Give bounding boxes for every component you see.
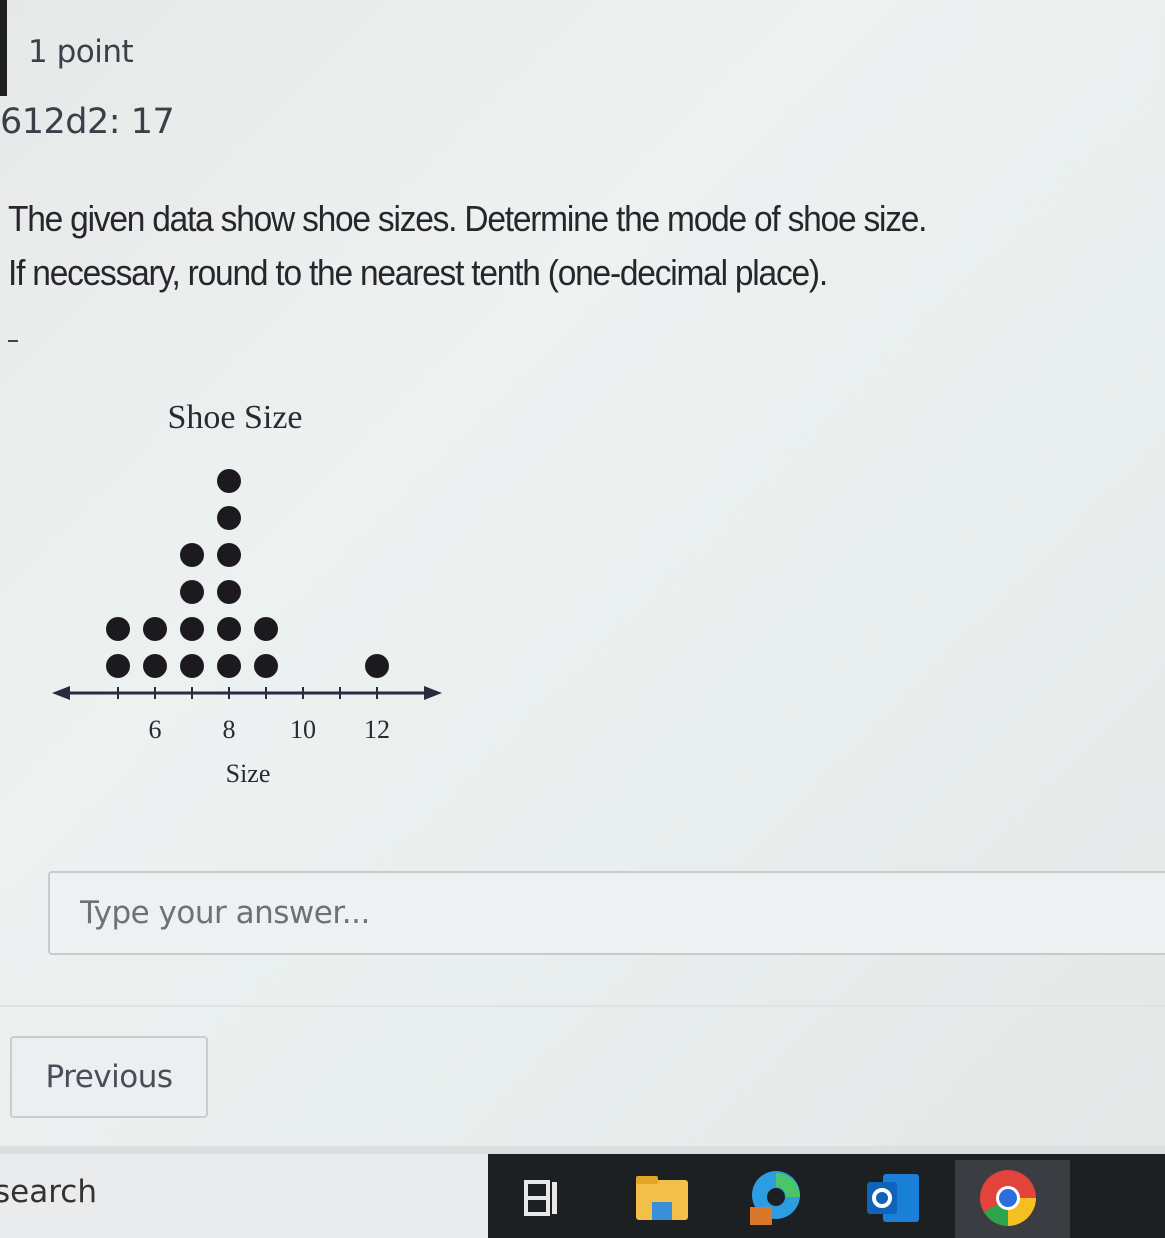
data-dot (254, 654, 278, 678)
chrome-icon[interactable] (978, 1168, 1038, 1228)
data-dot (180, 543, 204, 567)
answer-field[interactable] (48, 871, 1165, 955)
taskbar-edge (0, 1146, 1165, 1154)
points-label: 1 point (28, 34, 134, 70)
previous-button[interactable]: Previous (10, 1036, 208, 1118)
x-axis-label: Size (226, 759, 271, 788)
task-view-icon[interactable] (512, 1168, 572, 1228)
shoe-size-dot-plot: Shoe Size 6 8 10 12 Size (52, 399, 442, 788)
question-text-line-1: The given data show shoe sizes. Determin… (8, 198, 927, 239)
question-id: 612d2: 17 (0, 102, 175, 142)
question-text: The given data show shoe sizes. Determin… (8, 192, 1161, 300)
data-dot (106, 617, 130, 641)
outlook-icon[interactable] (862, 1168, 922, 1228)
data-dot (180, 617, 204, 641)
tick-label: 8 (223, 715, 236, 744)
data-dot (143, 654, 167, 678)
data-dot (143, 617, 167, 641)
section-divider (0, 1005, 1165, 1007)
x-axis (52, 686, 442, 700)
question-text-line-2: If necessary, round to the nearest tenth… (8, 252, 828, 293)
tick-label: 10 (290, 715, 316, 744)
data-dot (180, 654, 204, 678)
answer-input[interactable] (50, 873, 1165, 953)
data-dot (365, 654, 389, 678)
tick-label: 6 (149, 715, 162, 744)
data-dot (217, 580, 241, 604)
axis-arrow-right (424, 686, 442, 700)
tick-label: 12 (364, 715, 390, 744)
data-dot (180, 580, 204, 604)
edge-icon[interactable] (745, 1168, 805, 1228)
dash-mark (8, 340, 18, 342)
data-dot (254, 617, 278, 641)
data-dot (217, 654, 241, 678)
taskbar-search-box[interactable]: search (0, 1154, 488, 1238)
chart-title: Shoe Size (167, 399, 302, 436)
dots (106, 469, 389, 678)
data-dot (217, 469, 241, 493)
data-dot (217, 506, 241, 530)
question-accent-bar (0, 0, 7, 96)
data-dot (106, 654, 130, 678)
data-dot (217, 543, 241, 567)
file-explorer-icon[interactable] (632, 1168, 692, 1228)
data-dot (217, 617, 241, 641)
taskbar-search-label: search (0, 1174, 97, 1210)
tick-labels: 6 8 10 12 (149, 715, 391, 744)
axis-arrow-left (52, 686, 70, 700)
